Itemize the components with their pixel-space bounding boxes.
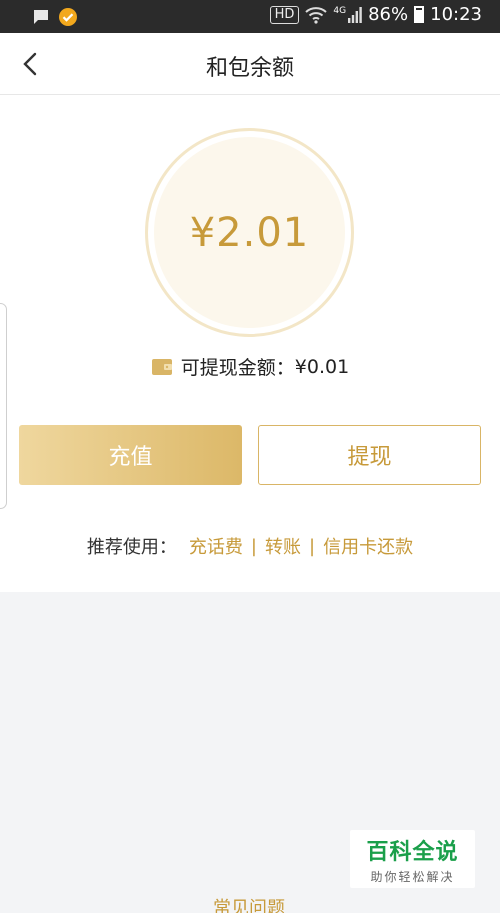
battery-percent: 86% xyxy=(368,4,409,25)
recommend-separator: | xyxy=(250,535,257,557)
balance-circle-inner: ¥2.01 xyxy=(154,137,345,328)
system-status: HD 4G 86% 10:23 xyxy=(269,4,482,25)
watermark-logo: 百科全说 助你轻松解决 xyxy=(350,830,475,888)
balance-card: ¥2.01 可提现金额： ¥0.01 充值 提现 推荐使用： 充话费 | 转账 … xyxy=(0,95,500,592)
page-title: 和包余额 xyxy=(205,56,294,81)
verified-badge-icon xyxy=(59,8,77,26)
faq-link[interactable]: 常见问题 xyxy=(213,894,285,913)
balance-amount: ¥2.01 xyxy=(189,209,310,256)
withdrawable-label: 可提现金额： xyxy=(180,357,295,379)
withdrawable-amount: ¥0.01 xyxy=(294,355,350,378)
recommend-separator: | xyxy=(309,535,316,557)
recommend-link-credit-card[interactable]: 信用卡还款 xyxy=(323,533,413,559)
recharge-button[interactable]: 充值 xyxy=(19,425,242,485)
watermark-subtitle: 助你轻松解决 xyxy=(370,869,455,884)
network-type: 4G xyxy=(333,5,347,16)
wallet-icon xyxy=(151,359,172,375)
status-bar: HD 4G 86% 10:23 xyxy=(0,0,500,33)
hd-badge: HD xyxy=(269,5,300,24)
recommend-row: 推荐使用： 充话费 | 转账 | 信用卡还款 xyxy=(0,533,500,559)
wifi-icon xyxy=(305,6,328,24)
clock: 10:23 xyxy=(430,4,482,25)
balance-page: HD 4G 86% 10:23 和包余额 ¥2.01 可提现金额： ¥0.01 … xyxy=(0,0,500,913)
signal-icon xyxy=(348,6,362,23)
withdrawable-row: 可提现金额： ¥0.01 xyxy=(0,353,500,380)
withdraw-button[interactable]: 提现 xyxy=(258,425,481,485)
message-icon xyxy=(34,10,48,24)
notification-icons xyxy=(32,7,78,27)
nav-bar: 和包余额 xyxy=(0,33,500,95)
recommend-label: 推荐使用： xyxy=(86,537,177,558)
watermark-title: 百科全说 xyxy=(366,839,459,865)
side-panel-handle[interactable] xyxy=(0,303,7,509)
battery-icon xyxy=(414,6,425,23)
balance-circle: ¥2.01 xyxy=(145,128,354,337)
recommend-link-phone-topup[interactable]: 充话费 xyxy=(189,533,243,559)
recommend-link-transfer[interactable]: 转账 xyxy=(265,533,301,559)
